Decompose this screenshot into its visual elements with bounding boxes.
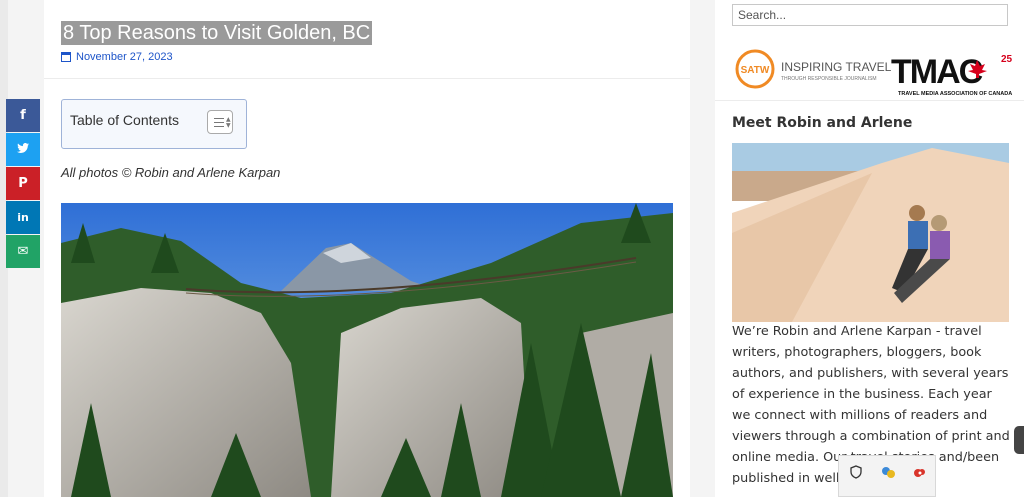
list-icon	[214, 122, 224, 123]
sort-icon: ▲ ▼	[226, 116, 231, 129]
toc-title: Table of Contents	[70, 112, 179, 128]
satw-headline: INSPIRING TRAVEL	[781, 60, 892, 74]
facebook-icon: f	[20, 108, 26, 123]
pinterest-icon: P	[18, 176, 28, 191]
satw-badge: SATW	[741, 65, 770, 76]
article-column: 8 Top Reasons to Visit Golden, BC Novemb…	[44, 0, 690, 497]
network-icon[interactable]	[881, 464, 895, 478]
pinterest-share-button[interactable]: P	[6, 167, 40, 200]
scrollbar-handle[interactable]	[1014, 426, 1024, 454]
tmac-25-years: 25	[1001, 54, 1013, 65]
membership-logos: SATW INSPIRING TRAVEL THROUGH RESPONSIBL…	[715, 37, 1024, 99]
author-photo	[732, 143, 1009, 322]
post-date-link[interactable]: November 27, 2023	[76, 51, 173, 63]
divider	[44, 78, 690, 79]
system-tray-popup	[838, 455, 936, 497]
email-icon: ✉	[17, 244, 29, 259]
golden-skybridge-photo	[61, 203, 673, 497]
list-icon	[214, 118, 224, 119]
table-of-contents: Table of Contents ▲ ▼	[61, 99, 247, 149]
sidebar: SATW INSPIRING TRAVEL THROUGH RESPONSIBL…	[715, 0, 1024, 497]
photo-credit: All photos © Robin and Arlene Karpan	[61, 165, 281, 180]
tmac-logo: TMAC	[891, 53, 983, 91]
social-share-bar: f P in ✉	[6, 99, 40, 269]
cloud-sync-icon[interactable]	[913, 464, 927, 478]
satw-subline: THROUGH RESPONSIBLE JOURNALISM	[781, 76, 877, 82]
meet-heading: Meet Robin and Arlene	[732, 115, 913, 131]
linkedin-icon: in	[17, 211, 29, 224]
facebook-share-button[interactable]: f	[6, 99, 40, 132]
post-date: November 27, 2023	[61, 51, 173, 63]
tmac-subline: TRAVEL MEDIA ASSOCIATION OF CANADA	[898, 91, 1012, 97]
list-icon	[214, 126, 224, 127]
linkedin-share-button[interactable]: in	[6, 201, 40, 234]
twitter-share-button[interactable]	[6, 133, 40, 166]
calendar-icon	[61, 52, 71, 62]
shield-icon[interactable]	[849, 464, 863, 479]
article-title[interactable]: 8 Top Reasons to Visit Golden, BC	[61, 21, 373, 45]
divider	[715, 100, 1024, 101]
toc-toggle-button[interactable]: ▲ ▼	[207, 110, 233, 134]
twitter-icon	[17, 143, 29, 156]
search-input[interactable]	[732, 4, 1008, 26]
email-share-button[interactable]: ✉	[6, 235, 40, 268]
